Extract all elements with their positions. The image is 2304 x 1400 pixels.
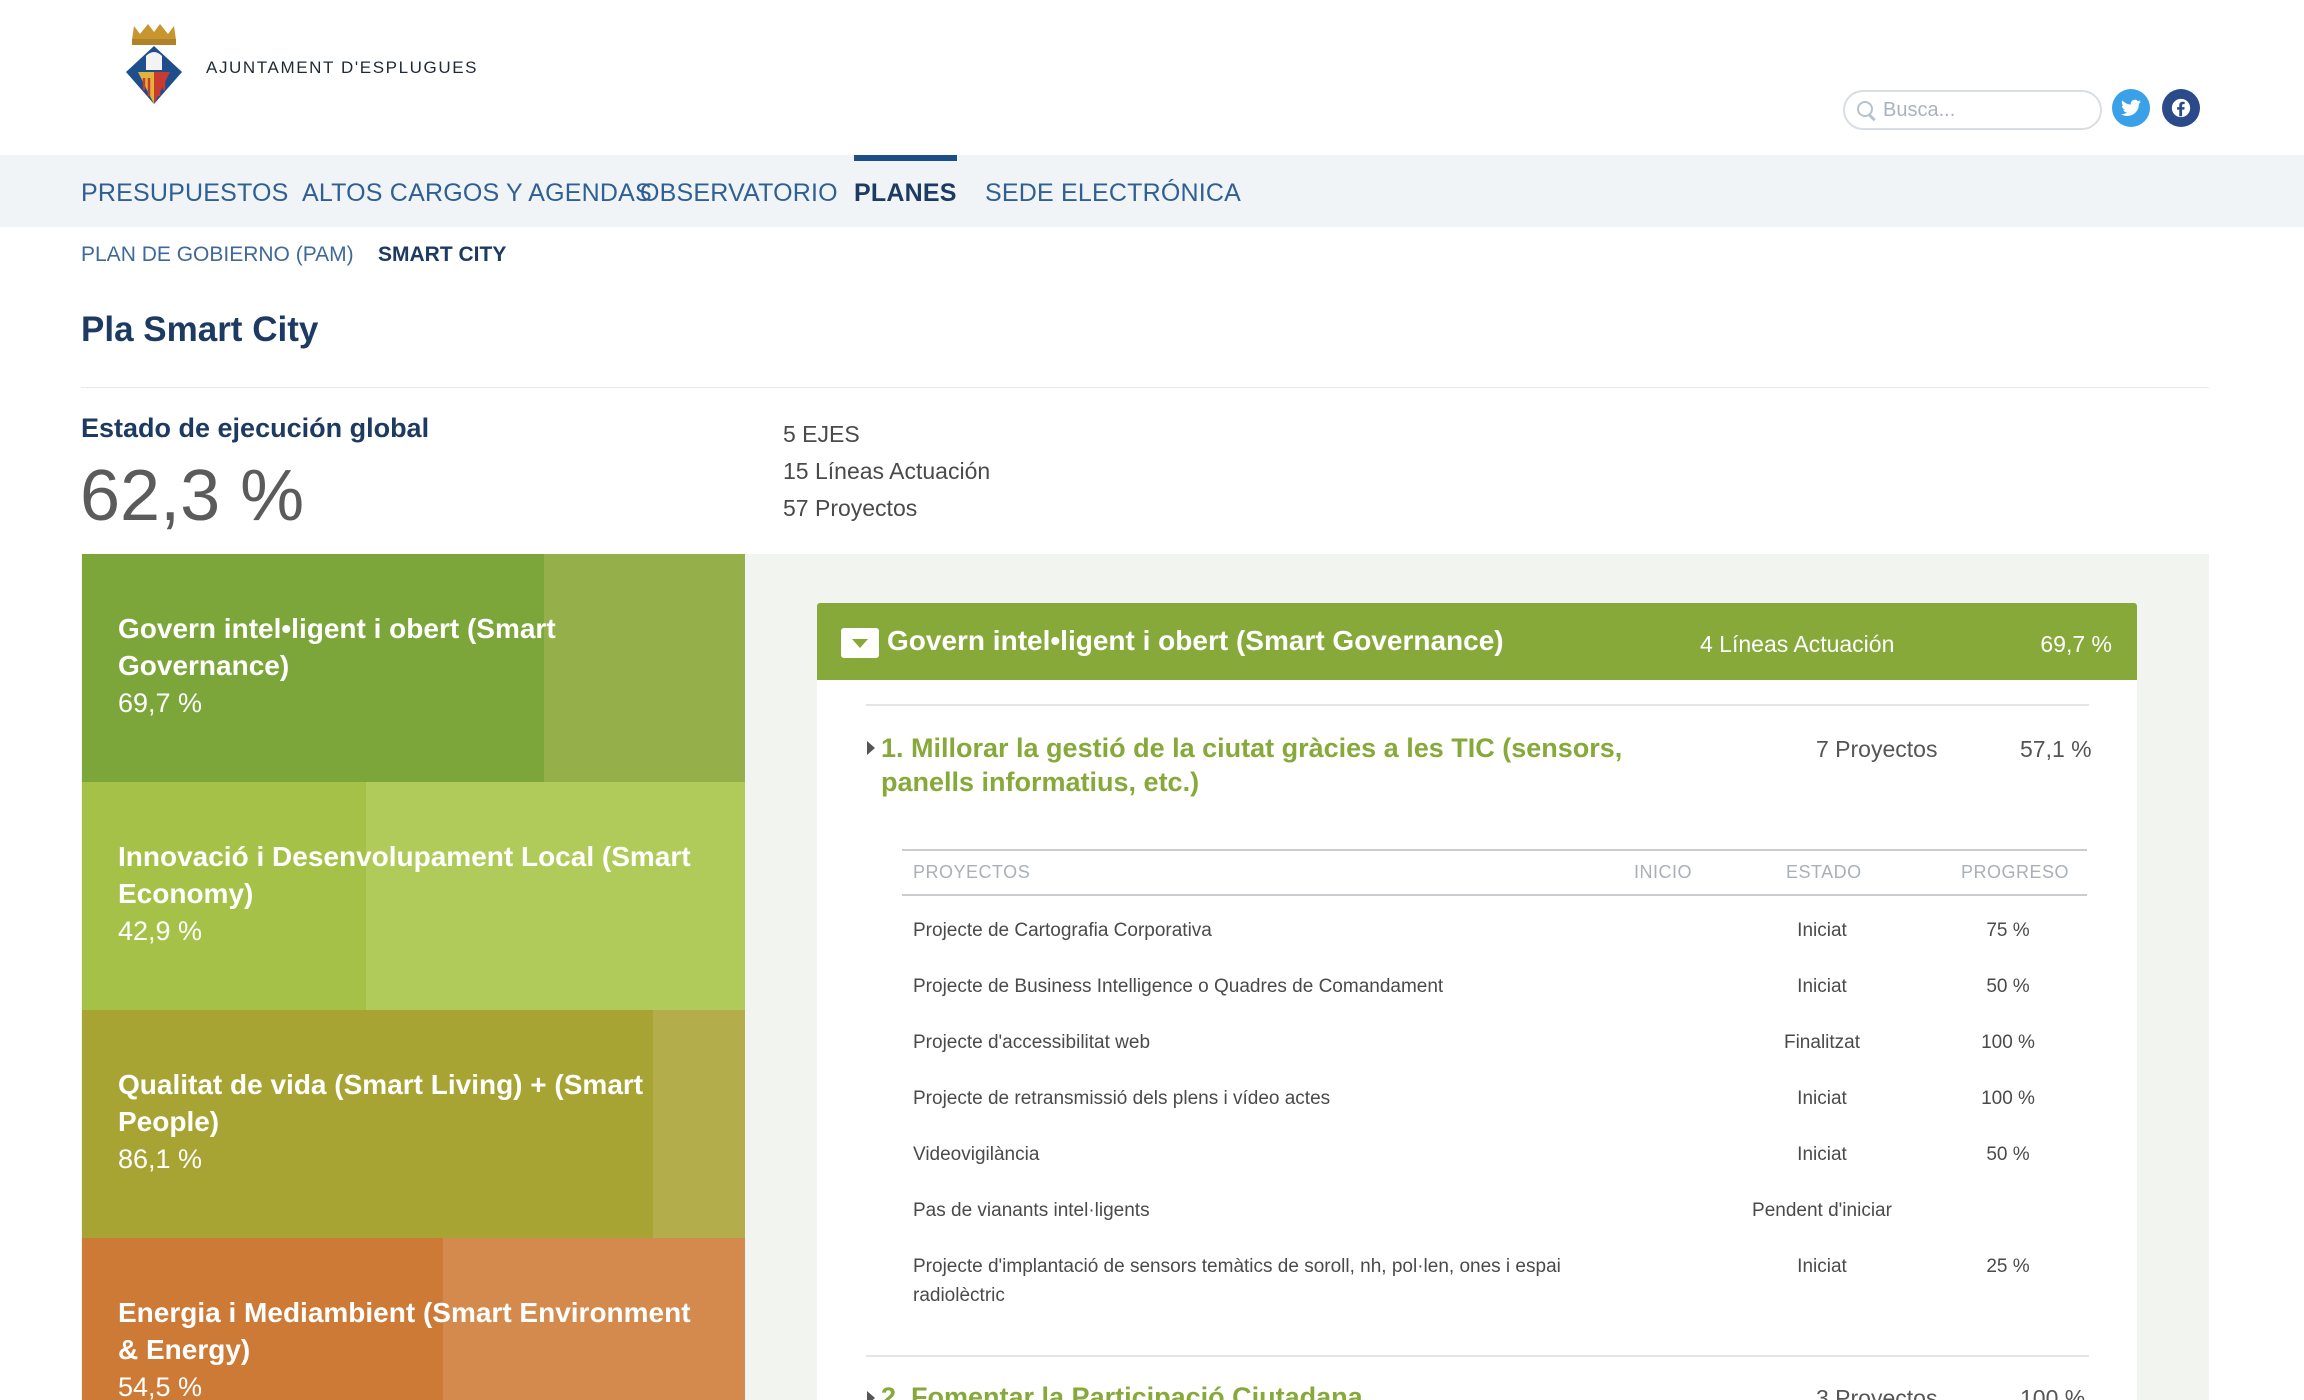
line-separator: [866, 1355, 2089, 1357]
nav-planes[interactable]: PLANES: [854, 155, 957, 227]
search-box[interactable]: [1843, 90, 2102, 130]
table-row-state: Pendent d'iniciar: [1752, 1200, 1892, 1221]
table-row-name: Projecte d'accessibilitat web: [913, 1032, 1151, 1053]
exec-label: Estado de ejecución global: [81, 413, 430, 443]
table-row-name: Projecte d'implantació de sensors temàti…: [913, 1256, 1561, 1306]
expand-arrow-icon[interactable]: [867, 741, 875, 755]
stat-proyectos: 57 Proyectos: [783, 495, 918, 521]
search-input[interactable]: [1883, 98, 2083, 122]
axis-tile[interactable]: Qualitat de vida (Smart Living) + (Smart…: [82, 1010, 745, 1238]
nav-altos-cargos[interactable]: ALTOS CARGOS Y AGENDAS: [302, 155, 652, 227]
nav-observatorio[interactable]: OBSERVATORIO: [640, 155, 838, 227]
coat-of-arms-logo[interactable]: [118, 20, 190, 106]
page-title: Pla Smart City: [81, 310, 319, 349]
axis-pct: 69,7 %: [118, 688, 203, 718]
axis-name: Qualitat de vida (Smart Living) + (Smart…: [118, 1069, 644, 1137]
axis-tile[interactable]: Energia i Mediambient (Smart Environment…: [82, 1238, 745, 1400]
divider: [81, 387, 2209, 388]
line-title-1[interactable]: 1. Millorar la gestió de la ciutat gràci…: [881, 731, 1701, 799]
table-row-progress: 25 %: [1986, 1256, 2030, 1277]
summary-stats: 5 EJES 15 Líneas Actuación 57 Proyectos: [783, 416, 990, 527]
table-row-name: Projecte de retransmissió dels plens i v…: [913, 1088, 1331, 1109]
table-row-state: Iniciat: [1797, 1256, 1847, 1277]
th-start: INICIO: [1634, 862, 1693, 882]
axis-tile[interactable]: Govern intel•ligent i obert (Smart Gover…: [82, 554, 745, 782]
exec-value: 62,3 %: [80, 456, 305, 536]
subnav-smart-city[interactable]: SMART CITY: [378, 243, 506, 267]
axis-pct: 86,1 %: [118, 1144, 203, 1174]
axis-pct: 54,5 %: [118, 1372, 203, 1400]
table-row-state: Iniciat: [1797, 1088, 1847, 1109]
th-state: ESTADO: [1786, 862, 1862, 882]
site-header: AJUNTAMENT D'ESPLUGUES: [0, 0, 2304, 155]
table-row-name: Projecte de Cartografia Corporativa: [913, 920, 1212, 941]
expand-arrow-icon[interactable]: [867, 1391, 875, 1400]
search-icon: [1855, 99, 1877, 121]
nav-sede-electronica[interactable]: SEDE ELECTRÓNICA: [985, 155, 1241, 227]
facebook-icon[interactable]: [2162, 89, 2200, 127]
axis-detail-header[interactable]: Govern intel•ligent i obert (Smart Gover…: [817, 603, 2137, 680]
table-row-name: Pas de vianants intel·ligents: [913, 1200, 1150, 1221]
table-row-progress: 100 %: [1981, 1032, 2035, 1053]
axis-name: Innovació i Desenvolupament Local (Smart…: [118, 841, 691, 909]
line-projects-1: 7 Proyectos: [1816, 736, 1938, 762]
axis-detail-lines: 4 Líneas Actuación: [1700, 631, 1895, 657]
stat-ejes: 5 EJES: [783, 421, 860, 447]
table-row-name: Projecte de Business Intelligence o Quad…: [913, 976, 1444, 997]
table-row-name: Videovigilància: [913, 1144, 1040, 1165]
table-row-state: Finalitzat: [1783, 1032, 1861, 1053]
stat-lineas: 15 Líneas Actuación: [783, 458, 991, 484]
th-projects: PROYECTOS: [913, 862, 1031, 882]
line-separator: [866, 704, 2089, 706]
axis-name: Energia i Mediambient (Smart Environment…: [118, 1297, 691, 1365]
nav-presupuestos[interactable]: PRESUPUESTOS: [81, 155, 289, 227]
axis-detail-pct: 69,7 %: [2040, 631, 2112, 657]
org-name: AJUNTAMENT D'ESPLUGUES: [206, 58, 479, 77]
table-header-border: [902, 894, 2087, 896]
table-row-state: Iniciat: [1797, 976, 1847, 997]
axis-tile[interactable]: Innovació i Desenvolupament Local (Smart…: [82, 782, 745, 1010]
table-row-state: Iniciat: [1797, 920, 1847, 941]
axis-name: Govern intel•ligent i obert (Smart Gover…: [118, 613, 556, 681]
table-row-progress: 50 %: [1986, 976, 2030, 997]
table-row-state: Iniciat: [1797, 1144, 1847, 1165]
table-row-progress: 100 %: [1981, 1088, 2035, 1109]
line-pct-2: 100 %: [2020, 1385, 2086, 1400]
line-projects-2: 3 Proyectos: [1816, 1385, 1938, 1400]
subnav-plan-gobierno[interactable]: PLAN DE GOBIERNO (PAM): [81, 243, 354, 267]
axis-detail-title: Govern intel•ligent i obert (Smart Gover…: [887, 625, 1504, 656]
line-title-2[interactable]: 2. Fomentar la Participació Ciutadana: [881, 1380, 1701, 1400]
table-top-border: [902, 849, 2087, 851]
table-row-progress: 50 %: [1986, 1144, 2030, 1165]
collapse-toggle-icon[interactable]: [841, 628, 879, 658]
line-pct-1: 57,1 %: [2020, 736, 2092, 762]
table-row-progress: 75 %: [1986, 920, 2030, 941]
axis-pct: 42,9 %: [118, 916, 203, 946]
th-progress: PROGRESO: [1961, 862, 2070, 882]
main-nav: PRESUPUESTOS ALTOS CARGOS Y AGENDAS OBSE…: [0, 155, 2304, 227]
twitter-icon[interactable]: [2112, 89, 2150, 127]
